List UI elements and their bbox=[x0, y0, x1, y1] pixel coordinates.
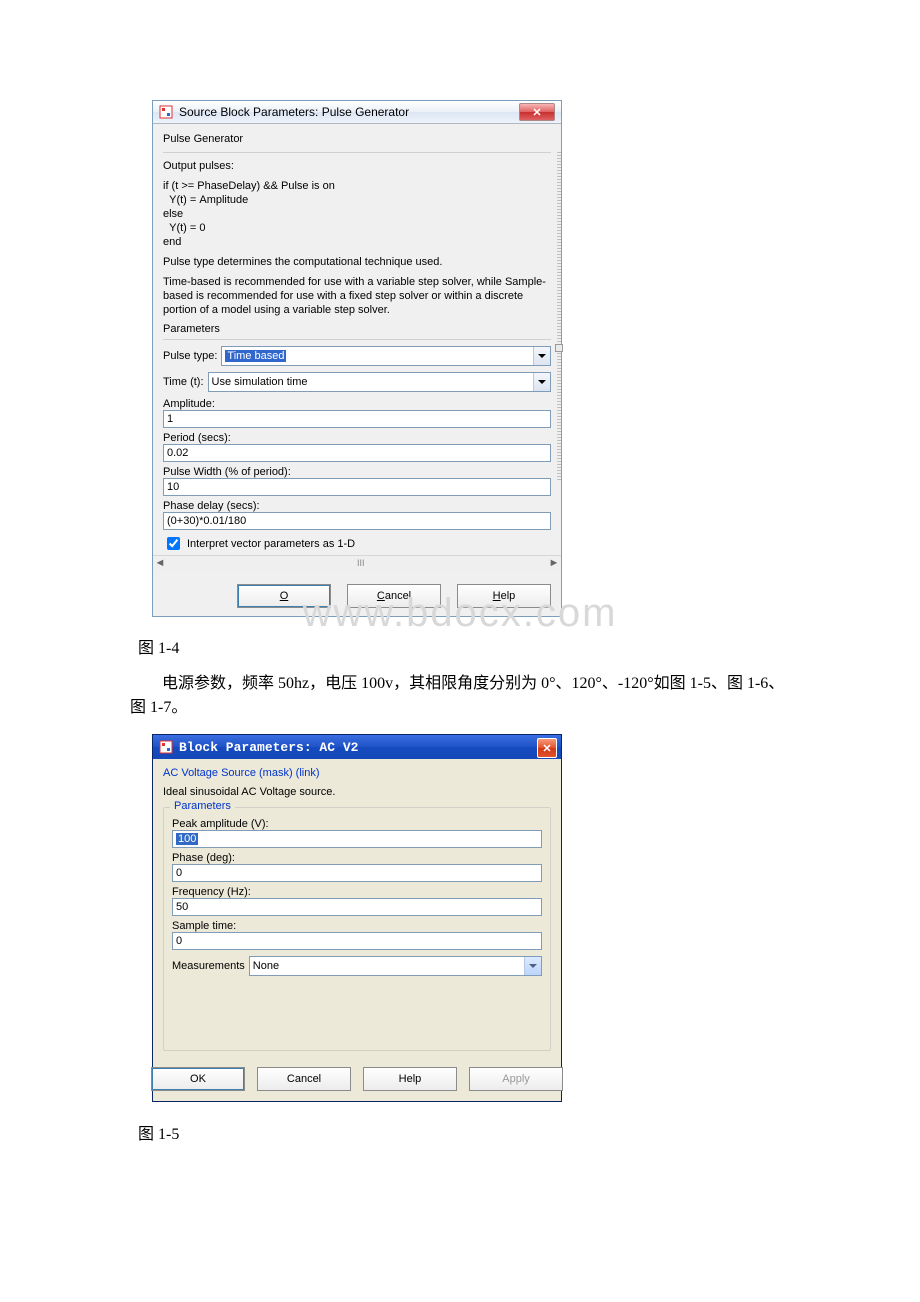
mask-link[interactable]: AC Voltage Source (mask) (link) bbox=[163, 767, 551, 779]
time-select[interactable]: Use simulation time bbox=[208, 372, 551, 392]
scroll-left-icon: ◄ bbox=[153, 556, 167, 570]
phase-delay-label: Phase delay (secs): bbox=[163, 500, 551, 512]
pulse-width-input[interactable] bbox=[163, 478, 551, 496]
scroll-grip-icon: III bbox=[357, 558, 365, 568]
close-button[interactable]: ✕ bbox=[537, 738, 557, 758]
dialog-body: AC Voltage Source (mask) (link) Ideal si… bbox=[153, 759, 561, 1057]
time-label: Time (t): bbox=[163, 376, 204, 388]
time-value: Use simulation time bbox=[212, 376, 308, 388]
chevron-down-icon bbox=[524, 957, 541, 975]
mask-description: Ideal sinusoidal AC Voltage source. bbox=[163, 785, 551, 799]
block-name-label: Pulse Generator bbox=[163, 132, 551, 146]
solver-desc: Time-based is recommended for use with a… bbox=[163, 275, 551, 317]
ok-button[interactable]: O bbox=[237, 584, 331, 608]
document-page: Source Block Parameters: Pulse Generator… bbox=[0, 0, 920, 1198]
peak-amplitude-label: Peak amplitude (V): bbox=[172, 818, 542, 830]
pulse-type-select[interactable]: Time based bbox=[221, 346, 551, 366]
dialog-title: Block Parameters: AC V2 bbox=[179, 740, 358, 755]
period-label: Period (secs): bbox=[163, 432, 551, 444]
code-block: if (t >= PhaseDelay) && Pulse is on Y(t)… bbox=[163, 179, 551, 249]
output-pulses-label: Output pulses: bbox=[163, 159, 551, 173]
frequency-label: Frequency (Hz): bbox=[172, 886, 542, 898]
body-paragraph: 电源参数，频率 50hz，电压 100v，其相限角度分别为 0°、120°、-1… bbox=[130, 672, 790, 720]
scroll-right-icon: ► bbox=[547, 556, 561, 570]
close-icon: ✕ bbox=[532, 106, 541, 119]
help-button[interactable]: Help bbox=[363, 1067, 457, 1091]
dialog-footer: OK Cancel Help Apply bbox=[153, 1057, 561, 1101]
pulse-type-desc: Pulse type determines the computational … bbox=[163, 255, 551, 269]
measurements-select[interactable]: None bbox=[249, 956, 542, 976]
sample-time-input[interactable] bbox=[172, 932, 542, 950]
simulink-icon bbox=[159, 105, 173, 119]
dialog-titlebar[interactable]: Block Parameters: AC V2 ✕ bbox=[153, 735, 561, 759]
parameters-legend: Parameters bbox=[170, 800, 235, 812]
peak-amplitude-value: 100 bbox=[176, 833, 198, 845]
help-button[interactable]: Help bbox=[457, 584, 551, 608]
parameters-legend: Parameters bbox=[163, 323, 551, 335]
period-input[interactable] bbox=[163, 444, 551, 462]
interpret-1d-label: Interpret vector parameters as 1-D bbox=[187, 538, 355, 550]
pulse-generator-dialog: Source Block Parameters: Pulse Generator… bbox=[152, 100, 562, 617]
pulse-width-label: Pulse Width (% of period): bbox=[163, 466, 551, 478]
amplitude-label: Amplitude: bbox=[163, 398, 551, 410]
ac-voltage-dialog: Block Parameters: AC V2 ✕ AC Voltage Sou… bbox=[152, 734, 562, 1102]
parameters-group: Parameters Peak amplitude (V): 100 Phase… bbox=[163, 807, 551, 1051]
pulse-type-label: Pulse type: bbox=[163, 350, 217, 362]
close-button[interactable]: ✕ bbox=[519, 103, 555, 121]
phase-delay-input[interactable] bbox=[163, 512, 551, 530]
empty-space bbox=[172, 982, 542, 1042]
ok-button[interactable]: OK bbox=[151, 1067, 245, 1091]
phase-input[interactable] bbox=[172, 864, 542, 882]
simulink-icon bbox=[159, 740, 173, 754]
chevron-down-icon bbox=[533, 347, 550, 365]
dialog-footer: O Cancel Help bbox=[153, 576, 561, 616]
close-icon: ✕ bbox=[542, 742, 551, 755]
dialog-title: Source Block Parameters: Pulse Generator bbox=[179, 105, 409, 119]
phase-label: Phase (deg): bbox=[172, 852, 542, 864]
apply-button[interactable]: Apply bbox=[469, 1067, 563, 1091]
scroll-midtick bbox=[555, 344, 563, 352]
dialog-titlebar[interactable]: Source Block Parameters: Pulse Generator… bbox=[153, 101, 561, 124]
interpret-1d-checkbox[interactable] bbox=[167, 537, 180, 550]
figure-caption-1-5: 图 1-5 bbox=[138, 1120, 790, 1144]
dialog-body: Pulse Generator Output pulses: if (t >= … bbox=[153, 124, 561, 576]
chevron-down-icon bbox=[533, 373, 550, 391]
pulse-type-value: Time based bbox=[225, 350, 286, 362]
figure-caption-1-4: 图 1-4 bbox=[138, 634, 790, 658]
frequency-input[interactable] bbox=[172, 898, 542, 916]
divider bbox=[163, 339, 551, 340]
sample-time-label: Sample time: bbox=[172, 920, 542, 932]
divider bbox=[163, 152, 551, 153]
amplitude-input[interactable] bbox=[163, 410, 551, 428]
horizontal-scrollbar[interactable]: ◄ III ► bbox=[153, 555, 561, 570]
cancel-button[interactable]: Cancel bbox=[257, 1067, 351, 1091]
peak-amplitude-input[interactable]: 100 bbox=[172, 830, 542, 848]
measurements-value: None bbox=[253, 960, 279, 972]
cancel-button[interactable]: Cancel bbox=[347, 584, 441, 608]
measurements-label: Measurements bbox=[172, 960, 245, 972]
vertical-scroll-hint[interactable] bbox=[557, 152, 561, 482]
